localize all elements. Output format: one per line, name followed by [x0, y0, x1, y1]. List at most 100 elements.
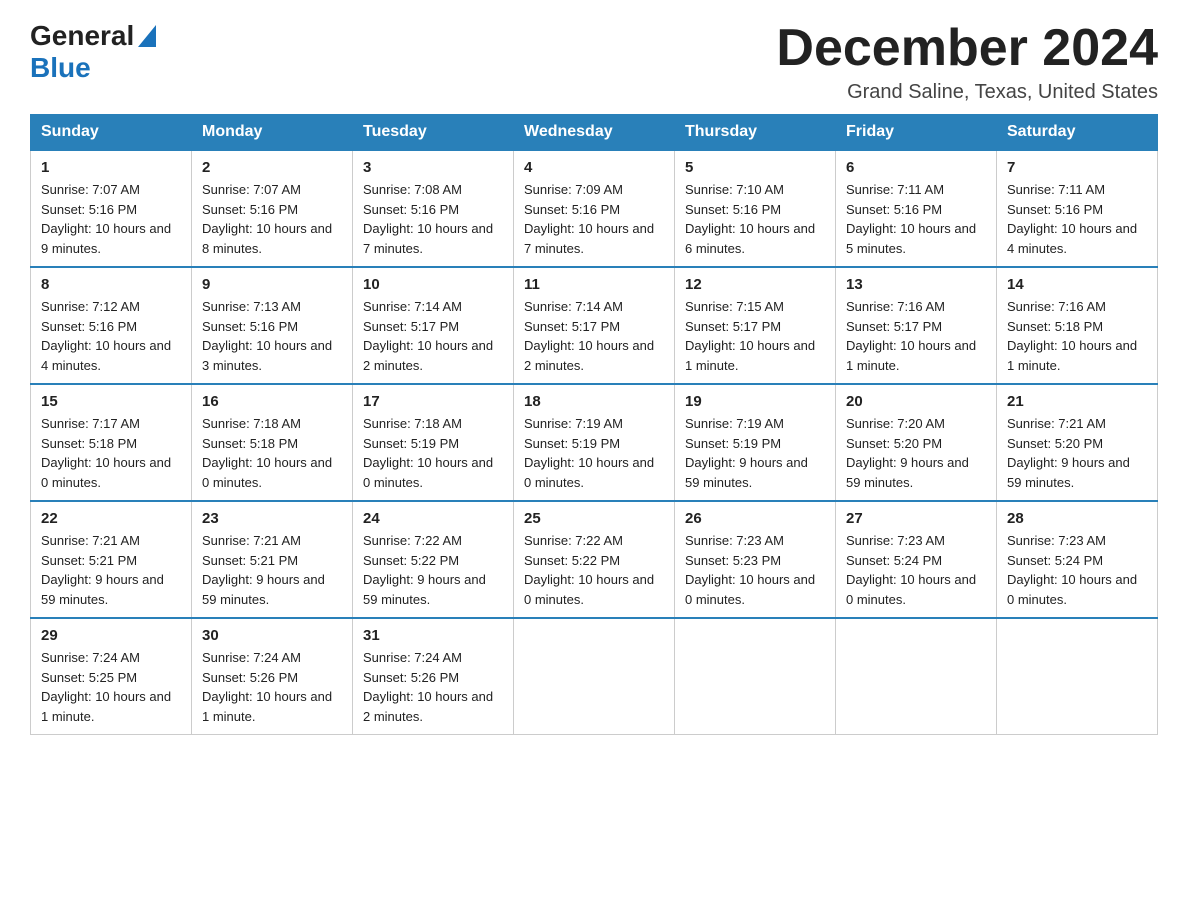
day-number: 9	[202, 276, 342, 293]
weekday-header-friday: Friday	[836, 115, 997, 151]
calendar-cell: 19 Sunrise: 7:19 AMSunset: 5:19 PMDaylig…	[675, 384, 836, 501]
day-info: Sunrise: 7:16 AMSunset: 5:17 PMDaylight:…	[846, 297, 986, 375]
calendar-cell: 25 Sunrise: 7:22 AMSunset: 5:22 PMDaylig…	[514, 501, 675, 618]
calendar-week-row: 1 Sunrise: 7:07 AMSunset: 5:16 PMDayligh…	[31, 150, 1158, 267]
calendar-cell: 1 Sunrise: 7:07 AMSunset: 5:16 PMDayligh…	[31, 150, 192, 267]
day-info: Sunrise: 7:23 AMSunset: 5:24 PMDaylight:…	[1007, 531, 1147, 609]
day-number: 1	[41, 159, 181, 176]
day-info: Sunrise: 7:07 AMSunset: 5:16 PMDaylight:…	[41, 180, 181, 258]
calendar-cell: 9 Sunrise: 7:13 AMSunset: 5:16 PMDayligh…	[192, 267, 353, 384]
calendar-cell: 5 Sunrise: 7:10 AMSunset: 5:16 PMDayligh…	[675, 150, 836, 267]
day-info: Sunrise: 7:10 AMSunset: 5:16 PMDaylight:…	[685, 180, 825, 258]
weekday-header-monday: Monday	[192, 115, 353, 151]
day-info: Sunrise: 7:17 AMSunset: 5:18 PMDaylight:…	[41, 414, 181, 492]
day-number: 6	[846, 159, 986, 176]
calendar-cell: 14 Sunrise: 7:16 AMSunset: 5:18 PMDaylig…	[997, 267, 1158, 384]
day-info: Sunrise: 7:21 AMSunset: 5:21 PMDaylight:…	[41, 531, 181, 609]
calendar-cell: 12 Sunrise: 7:15 AMSunset: 5:17 PMDaylig…	[675, 267, 836, 384]
day-info: Sunrise: 7:09 AMSunset: 5:16 PMDaylight:…	[524, 180, 664, 258]
day-number: 14	[1007, 276, 1147, 293]
calendar-cell: 4 Sunrise: 7:09 AMSunset: 5:16 PMDayligh…	[514, 150, 675, 267]
calendar-cell: 2 Sunrise: 7:07 AMSunset: 5:16 PMDayligh…	[192, 150, 353, 267]
day-number: 4	[524, 159, 664, 176]
day-info: Sunrise: 7:13 AMSunset: 5:16 PMDaylight:…	[202, 297, 342, 375]
calendar-cell	[997, 618, 1158, 735]
calendar-cell: 24 Sunrise: 7:22 AMSunset: 5:22 PMDaylig…	[353, 501, 514, 618]
calendar-cell: 13 Sunrise: 7:16 AMSunset: 5:17 PMDaylig…	[836, 267, 997, 384]
day-number: 12	[685, 276, 825, 293]
day-number: 8	[41, 276, 181, 293]
calendar-cell: 28 Sunrise: 7:23 AMSunset: 5:24 PMDaylig…	[997, 501, 1158, 618]
calendar-cell: 18 Sunrise: 7:19 AMSunset: 5:19 PMDaylig…	[514, 384, 675, 501]
calendar-cell: 6 Sunrise: 7:11 AMSunset: 5:16 PMDayligh…	[836, 150, 997, 267]
calendar-cell: 29 Sunrise: 7:24 AMSunset: 5:25 PMDaylig…	[31, 618, 192, 735]
title-section: December 2024 Grand Saline, Texas, Unite…	[776, 20, 1158, 104]
calendar-week-row: 29 Sunrise: 7:24 AMSunset: 5:25 PMDaylig…	[31, 618, 1158, 735]
day-number: 31	[363, 627, 503, 644]
day-number: 3	[363, 159, 503, 176]
day-info: Sunrise: 7:11 AMSunset: 5:16 PMDaylight:…	[1007, 180, 1147, 258]
month-year-title: December 2024	[776, 20, 1158, 77]
day-info: Sunrise: 7:14 AMSunset: 5:17 PMDaylight:…	[524, 297, 664, 375]
day-info: Sunrise: 7:24 AMSunset: 5:25 PMDaylight:…	[41, 648, 181, 726]
weekday-header-saturday: Saturday	[997, 115, 1158, 151]
day-number: 25	[524, 510, 664, 527]
calendar-cell	[514, 618, 675, 735]
day-info: Sunrise: 7:15 AMSunset: 5:17 PMDaylight:…	[685, 297, 825, 375]
day-number: 17	[363, 393, 503, 410]
day-info: Sunrise: 7:18 AMSunset: 5:19 PMDaylight:…	[363, 414, 503, 492]
weekday-header-row: SundayMondayTuesdayWednesdayThursdayFrid…	[31, 115, 1158, 151]
calendar-week-row: 22 Sunrise: 7:21 AMSunset: 5:21 PMDaylig…	[31, 501, 1158, 618]
day-number: 16	[202, 393, 342, 410]
day-number: 19	[685, 393, 825, 410]
day-info: Sunrise: 7:08 AMSunset: 5:16 PMDaylight:…	[363, 180, 503, 258]
day-number: 26	[685, 510, 825, 527]
calendar-cell: 21 Sunrise: 7:21 AMSunset: 5:20 PMDaylig…	[997, 384, 1158, 501]
calendar-cell: 17 Sunrise: 7:18 AMSunset: 5:19 PMDaylig…	[353, 384, 514, 501]
weekday-header-wednesday: Wednesday	[514, 115, 675, 151]
calendar-cell: 11 Sunrise: 7:14 AMSunset: 5:17 PMDaylig…	[514, 267, 675, 384]
calendar-week-row: 15 Sunrise: 7:17 AMSunset: 5:18 PMDaylig…	[31, 384, 1158, 501]
day-number: 30	[202, 627, 342, 644]
calendar-week-row: 8 Sunrise: 7:12 AMSunset: 5:16 PMDayligh…	[31, 267, 1158, 384]
calendar-cell: 22 Sunrise: 7:21 AMSunset: 5:21 PMDaylig…	[31, 501, 192, 618]
day-info: Sunrise: 7:16 AMSunset: 5:18 PMDaylight:…	[1007, 297, 1147, 375]
day-number: 13	[846, 276, 986, 293]
day-number: 18	[524, 393, 664, 410]
weekday-header-thursday: Thursday	[675, 115, 836, 151]
day-number: 11	[524, 276, 664, 293]
day-number: 10	[363, 276, 503, 293]
day-info: Sunrise: 7:21 AMSunset: 5:21 PMDaylight:…	[202, 531, 342, 609]
day-number: 27	[846, 510, 986, 527]
day-info: Sunrise: 7:22 AMSunset: 5:22 PMDaylight:…	[363, 531, 503, 609]
calendar-cell: 31 Sunrise: 7:24 AMSunset: 5:26 PMDaylig…	[353, 618, 514, 735]
day-number: 2	[202, 159, 342, 176]
page-header: General Blue December 2024 Grand Saline,…	[30, 20, 1158, 104]
day-info: Sunrise: 7:23 AMSunset: 5:23 PMDaylight:…	[685, 531, 825, 609]
day-number: 28	[1007, 510, 1147, 527]
day-number: 21	[1007, 393, 1147, 410]
day-info: Sunrise: 7:11 AMSunset: 5:16 PMDaylight:…	[846, 180, 986, 258]
day-info: Sunrise: 7:21 AMSunset: 5:20 PMDaylight:…	[1007, 414, 1147, 492]
calendar-cell: 27 Sunrise: 7:23 AMSunset: 5:24 PMDaylig…	[836, 501, 997, 618]
calendar-cell: 3 Sunrise: 7:08 AMSunset: 5:16 PMDayligh…	[353, 150, 514, 267]
weekday-header-sunday: Sunday	[31, 115, 192, 151]
calendar-cell: 30 Sunrise: 7:24 AMSunset: 5:26 PMDaylig…	[192, 618, 353, 735]
day-number: 24	[363, 510, 503, 527]
day-info: Sunrise: 7:24 AMSunset: 5:26 PMDaylight:…	[202, 648, 342, 726]
calendar-cell: 26 Sunrise: 7:23 AMSunset: 5:23 PMDaylig…	[675, 501, 836, 618]
location-subtitle: Grand Saline, Texas, United States	[776, 81, 1158, 104]
day-info: Sunrise: 7:07 AMSunset: 5:16 PMDaylight:…	[202, 180, 342, 258]
day-number: 23	[202, 510, 342, 527]
calendar-cell: 10 Sunrise: 7:14 AMSunset: 5:17 PMDaylig…	[353, 267, 514, 384]
calendar-cell	[836, 618, 997, 735]
day-info: Sunrise: 7:19 AMSunset: 5:19 PMDaylight:…	[685, 414, 825, 492]
day-info: Sunrise: 7:19 AMSunset: 5:19 PMDaylight:…	[524, 414, 664, 492]
day-info: Sunrise: 7:18 AMSunset: 5:18 PMDaylight:…	[202, 414, 342, 492]
day-info: Sunrise: 7:23 AMSunset: 5:24 PMDaylight:…	[846, 531, 986, 609]
calendar-table: SundayMondayTuesdayWednesdayThursdayFrid…	[30, 114, 1158, 735]
day-number: 7	[1007, 159, 1147, 176]
calendar-cell: 15 Sunrise: 7:17 AMSunset: 5:18 PMDaylig…	[31, 384, 192, 501]
day-number: 29	[41, 627, 181, 644]
logo-general-text: General	[30, 20, 134, 52]
